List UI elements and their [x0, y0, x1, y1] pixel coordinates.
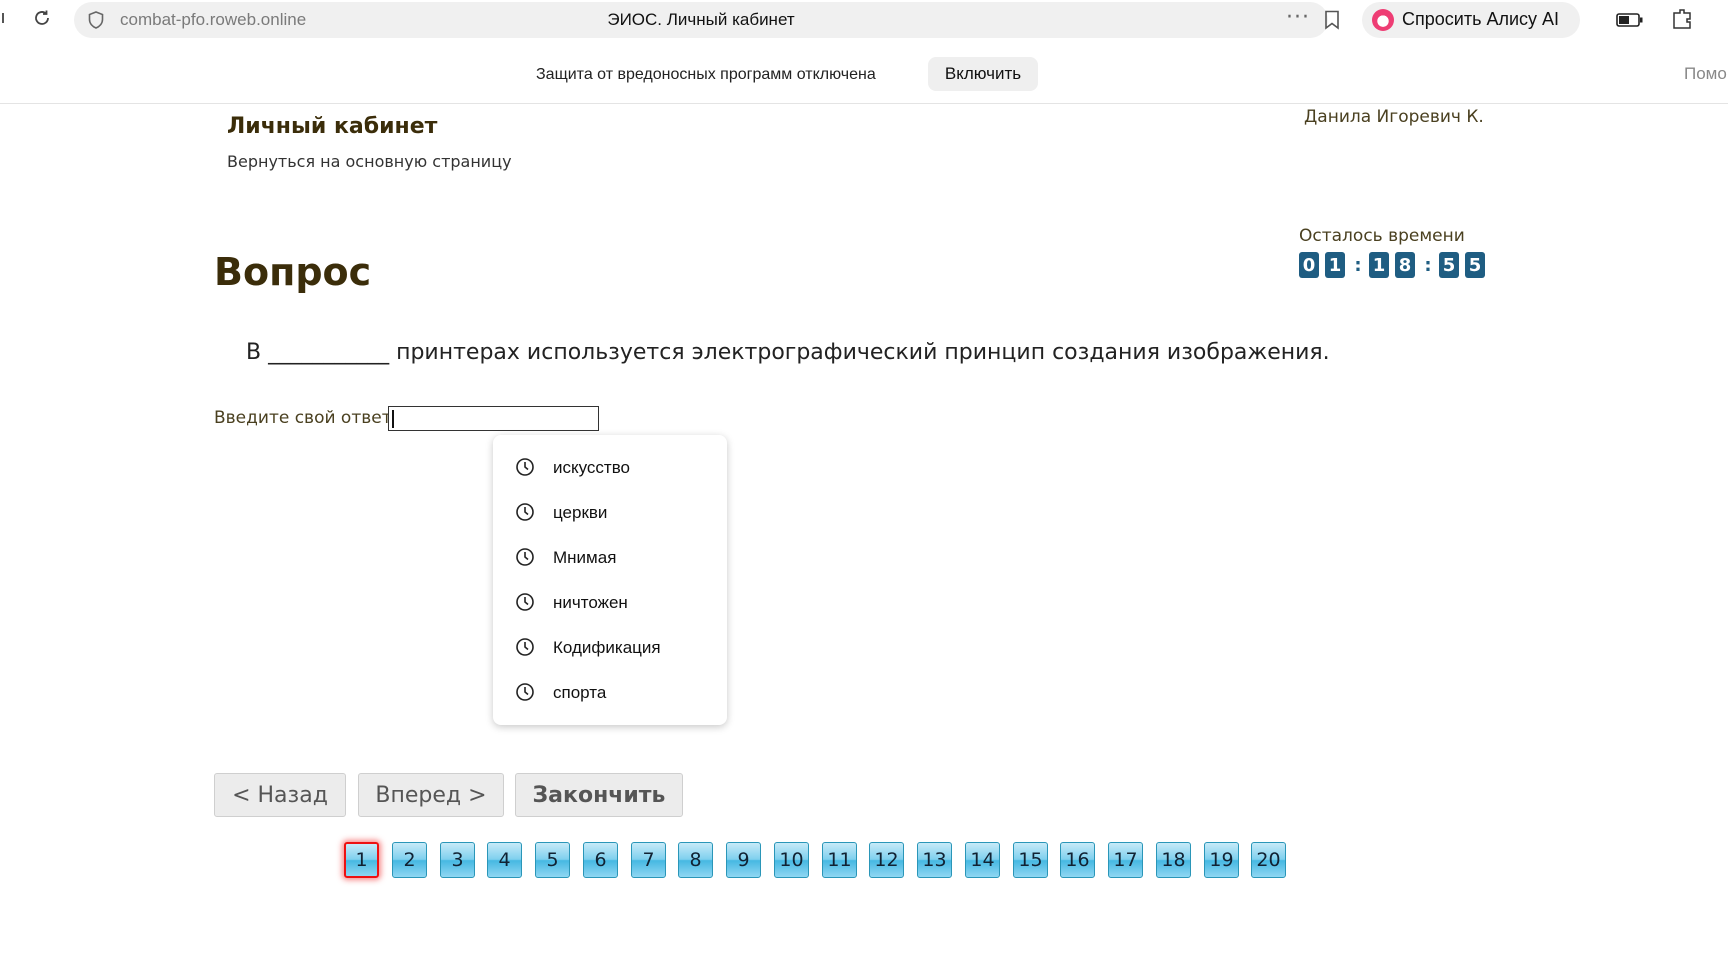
more-icon[interactable]: ···	[1286, 5, 1310, 30]
url-text[interactable]: combat-pfo.roweb.online	[120, 10, 306, 30]
autocomplete-item-label: церкви	[553, 503, 608, 522]
question-heading: Вопрос	[214, 250, 372, 294]
back-arrow-icon[interactable]	[0, 13, 4, 23]
finish-button[interactable]: Закончить	[515, 773, 683, 817]
page-button[interactable]: 10	[774, 842, 809, 878]
timer-digit: 5	[1465, 252, 1485, 278]
autocomplete-item-label: спорта	[553, 683, 607, 702]
page-button[interactable]: 13	[917, 842, 952, 878]
reload-icon[interactable]	[30, 6, 54, 30]
page-button[interactable]: 18	[1156, 842, 1191, 878]
page-button[interactable]: 15	[1013, 842, 1048, 878]
timer-digit: 1	[1325, 252, 1345, 278]
autocomplete-item-label: Кодификация	[553, 638, 661, 657]
back-to-main-link[interactable]: Вернуться на основную страницу	[227, 152, 512, 171]
back-button[interactable]: < Назад	[214, 773, 346, 817]
autocomplete-item[interactable]: Кодификация	[493, 625, 727, 670]
alice-icon	[1372, 9, 1394, 31]
alice-label: Спросить Алису AI	[1402, 9, 1560, 29]
address-bar[interactable]: combat-pfo.roweb.online ЭИОС. Личный каб…	[74, 2, 1339, 38]
page-button[interactable]: 2	[392, 842, 427, 878]
user-name: Данила Игоревич К.	[1304, 107, 1484, 127]
bookmark-icon[interactable]	[1324, 10, 1340, 34]
help-link[interactable]: Помо	[1684, 64, 1727, 84]
autocomplete-item[interactable]: спорта	[493, 670, 727, 715]
timer-separator: :	[1424, 254, 1432, 276]
history-clock-icon	[515, 682, 535, 706]
autocomplete-item[interactable]: церкви	[493, 490, 727, 535]
page-button[interactable]: 16	[1060, 842, 1095, 878]
page-button[interactable]: 4	[487, 842, 522, 878]
page-button[interactable]: 5	[535, 842, 570, 878]
answer-input[interactable]	[388, 406, 599, 431]
alice-button[interactable]: Спросить Алису AI	[1362, 2, 1580, 38]
answer-label: Введите свой ответ	[214, 408, 392, 428]
history-clock-icon	[515, 637, 535, 661]
page-button-current[interactable]: 1	[344, 842, 379, 878]
protection-message: Защита от вредоносных программ отключена	[536, 66, 876, 83]
page-button[interactable]: 7	[631, 842, 666, 878]
autocomplete-item[interactable]: искусство	[493, 445, 727, 490]
timer-digit: 5	[1439, 252, 1459, 278]
autocomplete-item[interactable]: ничтожен	[493, 580, 727, 625]
autocomplete-item-label: искусство	[553, 458, 631, 477]
history-clock-icon	[515, 457, 535, 481]
extensions-icon[interactable]	[1670, 7, 1694, 35]
page-button[interactable]: 19	[1204, 842, 1239, 878]
autocomplete-dropdown: искусство церкви Мнимая ничтожен Кодифик…	[493, 435, 727, 725]
timer-label: Осталось времени	[1299, 226, 1465, 246]
autocomplete-item-label: ничтожен	[553, 593, 628, 612]
timer-separator: :	[1354, 254, 1362, 276]
page-button[interactable]: 8	[678, 842, 713, 878]
page-button[interactable]: 9	[726, 842, 761, 878]
autocomplete-item-label: Мнимая	[553, 548, 617, 567]
text-caret	[392, 410, 394, 428]
page-button[interactable]: 17	[1108, 842, 1143, 878]
page-button[interactable]: 14	[965, 842, 1000, 878]
history-clock-icon	[515, 592, 535, 616]
cabinet-title: Личный кабинет	[227, 114, 438, 139]
browser-toolbar: combat-pfo.roweb.online ЭИОС. Личный каб…	[0, 0, 1728, 38]
protection-infobar: Защита от вредоносных программ отключена…	[0, 44, 1728, 104]
autocomplete-item[interactable]: Мнимая	[493, 535, 727, 580]
page-button[interactable]: 11	[822, 842, 857, 878]
page-button[interactable]: 6	[583, 842, 618, 878]
page-button[interactable]: 12	[869, 842, 904, 878]
page-button[interactable]: 3	[440, 842, 475, 878]
history-clock-icon	[515, 502, 535, 526]
timer-digit: 0	[1299, 252, 1319, 278]
forward-button[interactable]: Вперед >	[358, 773, 504, 817]
countdown-timer: 0 1 : 1 8 : 5 5	[1299, 252, 1491, 278]
shield-icon[interactable]	[88, 11, 104, 33]
question-text: В ___________ принтерах используется эле…	[246, 340, 1330, 365]
timer-digit: 1	[1369, 252, 1389, 278]
battery-icon[interactable]	[1616, 12, 1644, 31]
timer-digit: 8	[1395, 252, 1415, 278]
history-clock-icon	[515, 547, 535, 571]
page-button[interactable]: 20	[1251, 842, 1286, 878]
enable-protection-button[interactable]: Включить	[928, 57, 1038, 91]
